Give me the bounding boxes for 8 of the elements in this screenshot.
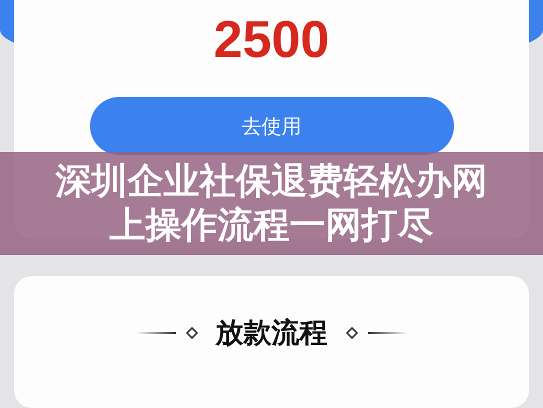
decorative-line bbox=[368, 332, 408, 334]
section-title: 放款流程 bbox=[216, 316, 328, 350]
use-button[interactable]: 去使用 bbox=[90, 97, 454, 155]
diamond-icon bbox=[186, 326, 198, 339]
banner-title: 深圳企业社保退费轻松办网上操作流程一网打尽 bbox=[54, 160, 488, 248]
decorative-line bbox=[136, 332, 176, 334]
loan-amount: 2500 bbox=[214, 12, 330, 68]
diamond-icon bbox=[346, 326, 358, 339]
